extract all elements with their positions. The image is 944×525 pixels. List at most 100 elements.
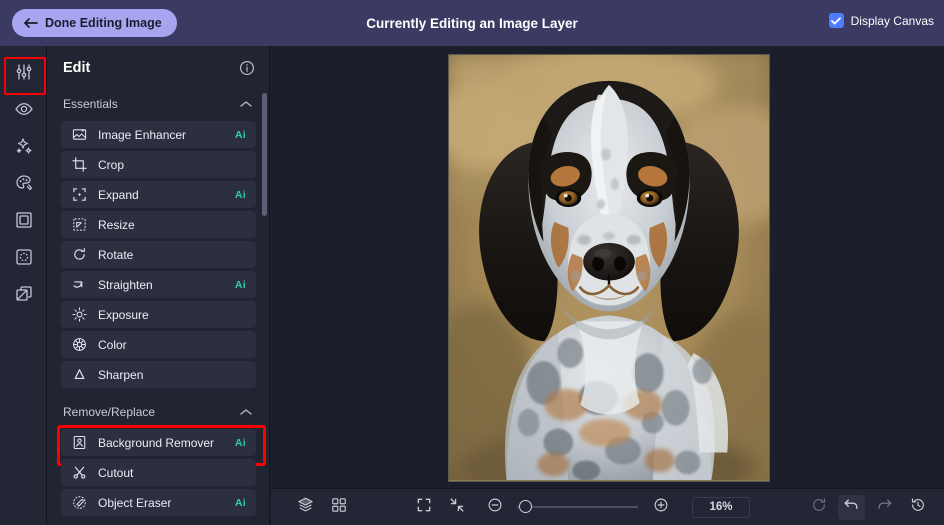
arrow-left-icon [24, 17, 38, 29]
rail-item-effects[interactable] [0, 93, 47, 129]
object-eraser-icon [72, 495, 90, 510]
color-wheel-icon [72, 337, 90, 352]
zoom-slider-group [478, 495, 677, 520]
menu-item-label: Color [98, 337, 127, 352]
group-label-essentials: Essentials [63, 97, 118, 111]
zoom-in-icon [653, 497, 669, 518]
panel-scrollbar-thumb[interactable] [262, 93, 267, 216]
zoom-out-icon [487, 497, 503, 518]
menu-item-label: Image Enhancer [98, 127, 187, 142]
menu-item-rotate[interactable]: Rotate [61, 241, 256, 268]
menu-item-color[interactable]: Color [61, 331, 256, 358]
crop-icon [72, 157, 90, 172]
group-header-remove-replace[interactable]: Remove/Replace [47, 398, 270, 426]
menu-item-image-enhancer[interactable]: Image Enhancer Ai [61, 121, 256, 148]
undo-button[interactable] [838, 494, 865, 520]
menu-item-cutout[interactable]: Cutout [61, 459, 256, 486]
chevron-up-icon[interactable] [240, 408, 252, 416]
ai-badge: Ai [234, 496, 246, 509]
palette-icon [14, 173, 34, 198]
sharpen-icon [72, 367, 90, 382]
zoom-slider-handle[interactable] [519, 500, 532, 513]
toolbar-history-group [802, 494, 934, 520]
info-circle-icon[interactable] [239, 60, 255, 76]
menu-item-label: Rotate [98, 247, 134, 262]
sparkles-icon [14, 136, 34, 161]
toolbar-zoom-group: 16% [407, 495, 750, 520]
zoom-in-button[interactable] [647, 495, 674, 520]
edit-panel-header: Edit [47, 46, 269, 90]
menu-item-label: Exposure [98, 307, 149, 322]
top-header: Done Editing Image Currently Editing an … [0, 0, 944, 46]
chevron-up-icon[interactable] [240, 100, 252, 108]
canvas-area[interactable] [271, 46, 944, 488]
display-canvas-label: Display Canvas [850, 13, 934, 28]
redo-button[interactable] [871, 495, 898, 520]
zoom-level-input[interactable]: 16% [692, 496, 750, 518]
display-canvas-toggle[interactable]: Display Canvas [828, 13, 934, 28]
edit-panel-list: Essentials Image Enhancer Ai Crop Expand… [47, 90, 270, 525]
display-canvas-checkbox[interactable] [828, 13, 844, 28]
grid-button[interactable] [325, 495, 352, 520]
straighten-icon [72, 277, 90, 292]
zoom-out-button[interactable] [481, 495, 508, 520]
menu-item-label: Straighten [98, 277, 153, 292]
done-editing-image-label: Done Editing Image [45, 16, 162, 30]
layers-button[interactable] [292, 495, 319, 520]
fit-to-screen-icon [449, 497, 465, 518]
menu-item-expand[interactable]: Expand Ai [61, 181, 256, 208]
menu-item-label: Resize [98, 217, 135, 232]
menu-item-sharpen[interactable]: Sharpen [61, 361, 256, 388]
resize-icon [72, 217, 90, 232]
menu-item-label: Expand [98, 187, 139, 202]
panel-scrollbar[interactable] [262, 92, 267, 522]
layers-icon [297, 496, 314, 518]
menu-item-exposure[interactable]: Exposure [61, 301, 256, 328]
image-enhance-icon [72, 127, 90, 142]
reset-button[interactable] [805, 495, 832, 520]
tool-rail [0, 46, 47, 525]
toolbar-left-group [289, 495, 355, 520]
grid-icon [331, 497, 347, 518]
menu-item-crop[interactable]: Crop [61, 151, 256, 178]
reset-icon [811, 497, 827, 518]
menu-item-label: Crop [98, 157, 125, 172]
focus-icon [14, 247, 34, 272]
undo-icon [843, 496, 860, 518]
scissors-icon [72, 465, 90, 480]
dog-photo [449, 55, 769, 481]
group-header-essentials[interactable]: Essentials [47, 90, 270, 118]
rail-item-frames[interactable] [0, 204, 47, 240]
rail-item-adjustments[interactable] [0, 56, 47, 95]
rail-item-ai-magic[interactable] [0, 130, 47, 166]
menu-item-background-remover[interactable]: Background Remover Ai [57, 425, 266, 466]
menu-item-resize[interactable]: Resize [61, 211, 256, 238]
exposure-icon [72, 307, 90, 322]
rail-item-overlays[interactable] [0, 278, 47, 314]
rail-item-color-palette[interactable] [0, 167, 47, 203]
history-button[interactable] [904, 495, 931, 520]
expand-icon [72, 187, 90, 202]
zoom-slider[interactable] [517, 500, 638, 513]
group-label-remove-replace: Remove/Replace [63, 405, 156, 419]
bottom-toolbar: 16% [271, 488, 944, 525]
ai-badge: Ai [234, 278, 246, 291]
menu-item-label: Object Eraser [98, 495, 172, 510]
menu-item-label: Cutout [98, 465, 134, 480]
ai-badge: Ai [234, 188, 246, 201]
sliders-icon [14, 62, 34, 87]
done-editing-image-button[interactable]: Done Editing Image [12, 9, 177, 37]
rail-item-focus[interactable] [0, 241, 47, 277]
fit-to-screen-button[interactable] [443, 495, 470, 520]
fullscreen-button[interactable] [410, 495, 437, 520]
menu-item-object-eraser[interactable]: Object Eraser Ai [61, 489, 256, 516]
menu-item-label: Background Remover [98, 435, 215, 450]
edit-panel-title: Edit [63, 60, 91, 76]
menu-item-straighten[interactable]: Straighten Ai [61, 271, 256, 298]
history-icon [910, 497, 926, 518]
image-editor-app: Done Editing Image Currently Editing an … [0, 0, 944, 525]
edit-panel: Edit Essentials Image Enhancer Ai Crop E… [47, 46, 270, 525]
image-layer-frame[interactable] [448, 54, 770, 482]
menu-item-label: Sharpen [98, 367, 144, 382]
eye-icon [14, 99, 34, 124]
